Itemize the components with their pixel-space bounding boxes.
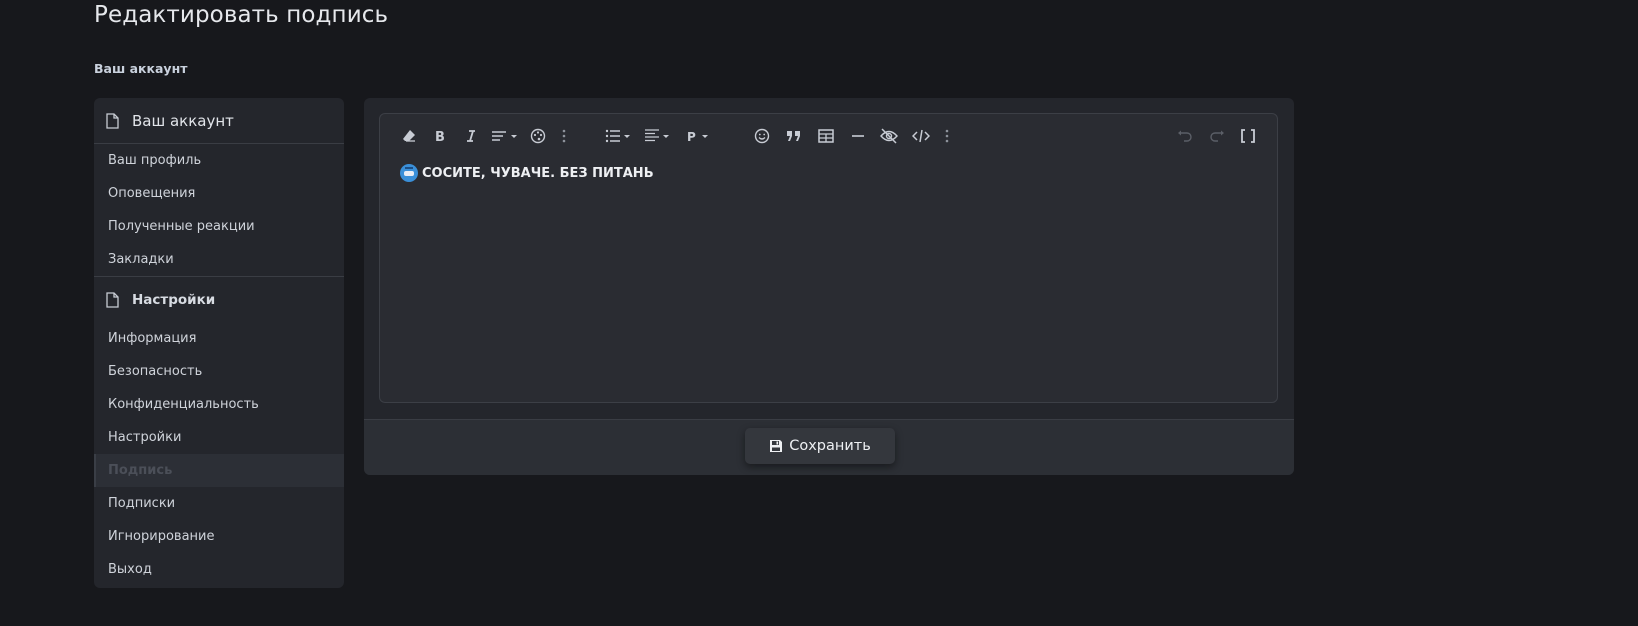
sidebar-item-privacy[interactable]: Конфиденциальность [94, 388, 344, 421]
editor-content[interactable]: СОСИТЕ, ЧУВАЧЕ. БЕЗ ПИТАНЬ [400, 164, 654, 182]
bbcode-toggle-icon[interactable] [1238, 126, 1258, 146]
redo-icon[interactable] [1207, 126, 1227, 146]
sidebar-header-account: Ваш аккаунт [94, 98, 344, 144]
sidebar-item-info[interactable]: Информация [94, 322, 344, 355]
save-button-label: Сохранить [789, 438, 871, 454]
sidebar-item-reactions[interactable]: Полученные реакции [94, 210, 344, 243]
horizontal-rule-icon[interactable] [848, 126, 868, 146]
form-footer: Сохранить [364, 419, 1294, 475]
more-icon[interactable] [942, 126, 952, 146]
sidebar-item-security[interactable]: Безопасность [94, 355, 344, 388]
account-sidebar: Ваш аккаунт Ваш профиль Оповещения Получ… [94, 98, 344, 588]
file-icon [106, 291, 120, 308]
freezing-face-emoji-icon [400, 164, 418, 182]
palette-icon[interactable] [528, 126, 548, 146]
sidebar-header-label: Настройки [132, 291, 216, 308]
sidebar-item-alerts[interactable]: Оповещения [94, 177, 344, 210]
emoji-icon[interactable] [752, 126, 772, 146]
list-icon[interactable] [604, 126, 634, 146]
sidebar-item-bookmarks[interactable]: Закладки [94, 243, 344, 276]
code-icon[interactable] [911, 126, 931, 146]
editor-toolbar: B P [380, 114, 1277, 158]
sidebar-header-label: Ваш аккаунт [132, 111, 234, 130]
save-icon [769, 439, 783, 453]
align-icon[interactable] [643, 126, 673, 146]
signature-form: B P СОСИТЕ, ЧУВАЧЕ. БЕЗ ПИТАНЬ Сохранить [364, 98, 1294, 475]
page-title: Редактировать подпись [94, 2, 389, 28]
undo-icon[interactable] [1175, 126, 1195, 146]
sidebar-item-following[interactable]: Подписки [94, 487, 344, 520]
text-style-icon[interactable] [490, 126, 520, 146]
eraser-icon[interactable] [399, 126, 419, 146]
bold-icon[interactable]: B [430, 126, 450, 146]
sidebar-header-settings: Настройки [94, 276, 344, 322]
file-icon [106, 112, 120, 129]
quote-icon[interactable] [784, 126, 804, 146]
sidebar-item-preferences[interactable]: Настройки [94, 421, 344, 454]
signature-editor[interactable]: B P СОСИТЕ, ЧУВАЧЕ. БЕЗ ПИТАНЬ [379, 113, 1278, 403]
sidebar-item-ignoring[interactable]: Игнорирование [94, 520, 344, 553]
breadcrumb[interactable]: Ваш аккаунт [94, 61, 187, 76]
signature-text: СОСИТЕ, ЧУВАЧЕ. БЕЗ ПИТАНЬ [422, 165, 654, 181]
paragraph-label: P [687, 130, 696, 143]
hide-icon[interactable] [879, 126, 899, 146]
sidebar-item-signature[interactable]: Подпись [94, 454, 344, 487]
italic-icon[interactable] [461, 126, 481, 146]
table-icon[interactable] [816, 126, 836, 146]
sidebar-item-logout[interactable]: Выход [94, 553, 344, 586]
paragraph-icon[interactable]: P [687, 126, 713, 146]
sidebar-item-profile[interactable]: Ваш профиль [94, 144, 344, 177]
save-button[interactable]: Сохранить [745, 428, 895, 464]
more-icon[interactable] [559, 126, 569, 146]
svg-text:B: B [435, 130, 445, 143]
